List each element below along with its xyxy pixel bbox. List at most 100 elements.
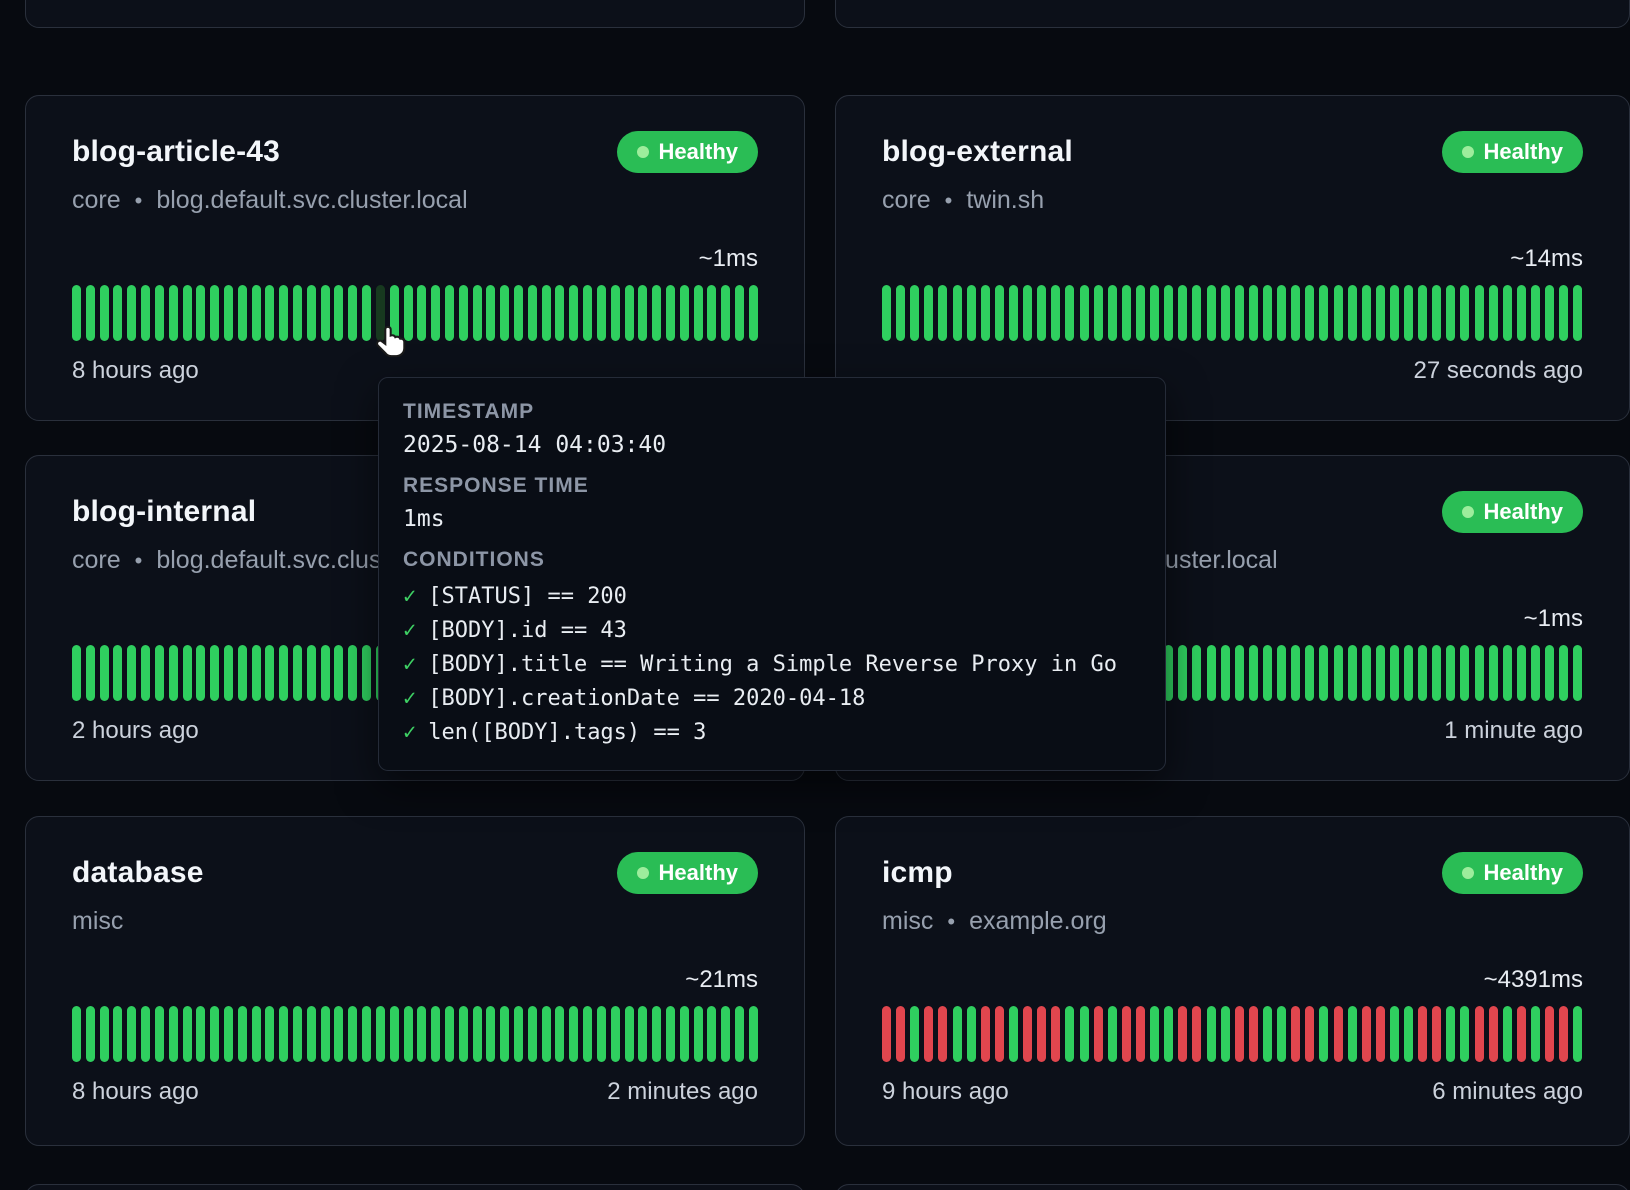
- status-bar[interactable]: [293, 645, 302, 701]
- status-bar[interactable]: [348, 1006, 357, 1062]
- status-bar[interactable]: [938, 285, 947, 341]
- status-bar[interactable]: [1164, 1006, 1173, 1062]
- status-bar[interactable]: [1545, 1006, 1554, 1062]
- status-bar[interactable]: [1305, 285, 1314, 341]
- status-bar[interactable]: [896, 1006, 905, 1062]
- status-bar[interactable]: [1334, 645, 1343, 701]
- status-bar[interactable]: [749, 285, 758, 341]
- status-bar[interactable]: [196, 285, 205, 341]
- status-bar[interactable]: [707, 285, 716, 341]
- status-bar[interactable]: [417, 285, 426, 341]
- status-bar[interactable]: [1390, 1006, 1399, 1062]
- status-bar[interactable]: [72, 645, 81, 701]
- status-bar[interactable]: [555, 285, 564, 341]
- status-bar[interactable]: [1489, 1006, 1498, 1062]
- status-bar[interactable]: [1503, 1006, 1512, 1062]
- status-bar[interactable]: [445, 285, 454, 341]
- status-bar[interactable]: [953, 1006, 962, 1062]
- status-bar[interactable]: [910, 285, 919, 341]
- status-bar[interactable]: [252, 1006, 261, 1062]
- uptime-bar-chart[interactable]: [882, 1006, 1583, 1062]
- status-bar[interactable]: [514, 285, 523, 341]
- status-bar[interactable]: [1432, 645, 1441, 701]
- status-bar[interactable]: [569, 1006, 578, 1062]
- status-bar[interactable]: [113, 645, 122, 701]
- status-bar[interactable]: [1390, 285, 1399, 341]
- status-bar[interactable]: [882, 285, 891, 341]
- status-bar[interactable]: [721, 1006, 730, 1062]
- status-bar[interactable]: [1517, 645, 1526, 701]
- status-bar[interactable]: [265, 1006, 274, 1062]
- status-bar[interactable]: [1037, 285, 1046, 341]
- status-bar[interactable]: [293, 285, 302, 341]
- status-bar[interactable]: [459, 1006, 468, 1062]
- status-bar[interactable]: [210, 285, 219, 341]
- status-bar[interactable]: [155, 1006, 164, 1062]
- status-bar[interactable]: [1404, 1006, 1413, 1062]
- status-bar[interactable]: [86, 1006, 95, 1062]
- uptime-bar-chart[interactable]: [72, 285, 758, 341]
- status-bar[interactable]: [555, 1006, 564, 1062]
- status-bar[interactable]: [210, 1006, 219, 1062]
- status-bar[interactable]: [1136, 1006, 1145, 1062]
- status-bar[interactable]: [362, 1006, 371, 1062]
- status-bar[interactable]: [141, 285, 150, 341]
- status-bar[interactable]: [569, 285, 578, 341]
- status-bar[interactable]: [265, 285, 274, 341]
- status-bar[interactable]: [542, 1006, 551, 1062]
- status-bar[interactable]: [1192, 285, 1201, 341]
- status-bar[interactable]: [1305, 1006, 1314, 1062]
- status-bar[interactable]: [390, 1006, 399, 1062]
- status-bar[interactable]: [1334, 1006, 1343, 1062]
- endpoint-card[interactable]: blog-external Healthy core • twin.sh ~14…: [835, 95, 1630, 421]
- status-bar[interactable]: [1207, 645, 1216, 701]
- status-bar[interactable]: [100, 1006, 109, 1062]
- status-bar[interactable]: [1559, 645, 1568, 701]
- status-bar[interactable]: [1404, 645, 1413, 701]
- status-bar[interactable]: [265, 645, 274, 701]
- status-bar[interactable]: [1531, 645, 1540, 701]
- status-bar[interactable]: [1503, 285, 1512, 341]
- status-bar[interactable]: [1319, 1006, 1328, 1062]
- status-bar[interactable]: [1475, 285, 1484, 341]
- status-bar[interactable]: [1065, 1006, 1074, 1062]
- status-bar[interactable]: [1150, 1006, 1159, 1062]
- status-bar[interactable]: [1362, 645, 1371, 701]
- status-bar[interactable]: [1277, 1006, 1286, 1062]
- status-bar[interactable]: [196, 645, 205, 701]
- status-bar[interactable]: [1263, 645, 1272, 701]
- status-bar[interactable]: [210, 645, 219, 701]
- status-bar[interactable]: [1178, 285, 1187, 341]
- status-bar[interactable]: [528, 1006, 537, 1062]
- status-bar[interactable]: [141, 1006, 150, 1062]
- status-bar[interactable]: [1376, 1006, 1385, 1062]
- status-bar[interactable]: [707, 1006, 716, 1062]
- status-bar[interactable]: [1475, 1006, 1484, 1062]
- status-bar[interactable]: [1249, 645, 1258, 701]
- status-bar[interactable]: [1376, 645, 1385, 701]
- status-bar[interactable]: [127, 285, 136, 341]
- status-bar[interactable]: [749, 1006, 758, 1062]
- status-bar[interactable]: [334, 645, 343, 701]
- status-bar[interactable]: [1517, 1006, 1526, 1062]
- status-bar[interactable]: [1037, 1006, 1046, 1062]
- status-bar[interactable]: [1404, 285, 1413, 341]
- status-bar[interactable]: [155, 645, 164, 701]
- status-bar[interactable]: [981, 1006, 990, 1062]
- status-bar[interactable]: [625, 285, 634, 341]
- status-bar[interactable]: [1446, 285, 1455, 341]
- status-bar[interactable]: [967, 1006, 976, 1062]
- status-bar[interactable]: [72, 1006, 81, 1062]
- status-bar[interactable]: [1108, 285, 1117, 341]
- status-bar[interactable]: [321, 1006, 330, 1062]
- status-bar[interactable]: [652, 285, 661, 341]
- endpoint-card[interactable]: blog-article-43 Healthy core • blog.defa…: [25, 95, 805, 421]
- status-bar[interactable]: [348, 645, 357, 701]
- status-bar[interactable]: [169, 1006, 178, 1062]
- status-bar[interactable]: [431, 285, 440, 341]
- status-bar[interactable]: [1023, 1006, 1032, 1062]
- status-bar[interactable]: [1235, 1006, 1244, 1062]
- status-bar[interactable]: [1277, 645, 1286, 701]
- status-bar[interactable]: [445, 1006, 454, 1062]
- status-bar[interactable]: [417, 1006, 426, 1062]
